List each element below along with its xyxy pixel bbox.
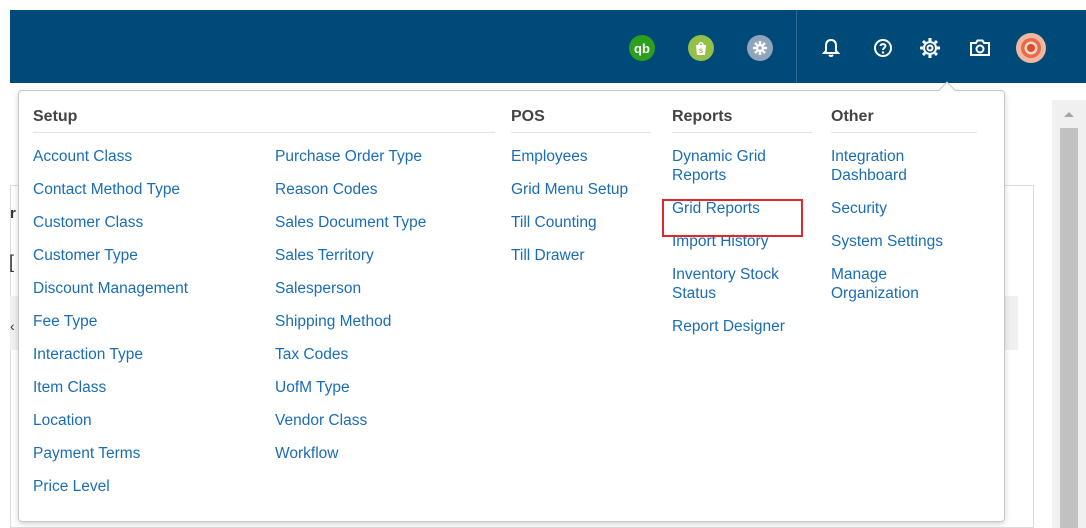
section-divider <box>33 132 495 133</box>
menu-item-payment-terms[interactable]: Payment Terms <box>33 444 188 463</box>
background-text: ‹ <box>10 318 15 334</box>
menu-item-shipping-method[interactable]: Shipping Method <box>275 312 426 331</box>
reports-column: Dynamic Grid Reports Grid Reports Import… <box>672 147 812 350</box>
section-divider <box>511 132 651 133</box>
setup-column-2: Purchase Order Type Reason Codes Sales D… <box>275 147 426 477</box>
menu-item-salesperson[interactable]: Salesperson <box>275 279 426 298</box>
menu-item-uofm-type[interactable]: UofM Type <box>275 378 426 397</box>
highlight-box <box>662 199 803 237</box>
menu-item-inventory-stock-status[interactable]: Inventory Stock Status <box>672 265 808 303</box>
pos-column: Employees Grid Menu Setup Till Counting … <box>511 147 628 279</box>
camera-icon[interactable] <box>967 35 993 61</box>
top-strip <box>0 0 1086 10</box>
menu-item-fee-type[interactable]: Fee Type <box>33 312 188 331</box>
section-title-setup: Setup <box>33 108 78 125</box>
menu-item-price-level[interactable]: Price Level <box>33 477 188 496</box>
menu-item-grid-menu-setup[interactable]: Grid Menu Setup <box>511 180 628 199</box>
avatar[interactable] <box>1016 33 1046 63</box>
menu-item-workflow[interactable]: Workflow <box>275 444 426 463</box>
menu-item-item-class[interactable]: Item Class <box>33 378 188 397</box>
menu-item-reason-codes[interactable]: Reason Codes <box>275 180 426 199</box>
menu-item-customer-class[interactable]: Customer Class <box>33 213 188 232</box>
menu-item-integration-dashboard[interactable]: Integration Dashboard <box>831 147 941 185</box>
menu-item-report-designer[interactable]: Report Designer <box>672 317 812 336</box>
menu-item-customer-type[interactable]: Customer Type <box>33 246 188 265</box>
section-title-other: Other <box>831 108 874 125</box>
menu-item-dynamic-grid-reports[interactable]: Dynamic Grid Reports <box>672 147 812 185</box>
shopify-icon[interactable]: s <box>688 35 714 61</box>
scrollbar-thumb[interactable] <box>1060 128 1078 528</box>
settings-dropdown-menu: Setup POS Reports Other Account Class Co… <box>18 81 1005 522</box>
menu-item-sales-document-type[interactable]: Sales Document Type <box>275 213 426 232</box>
settings-circle-icon[interactable] <box>747 35 773 61</box>
menu-item-tax-codes[interactable]: Tax Codes <box>275 345 426 364</box>
scroll-up-arrow-icon[interactable] <box>1064 112 1074 117</box>
bell-icon[interactable] <box>818 35 844 61</box>
menu-item-contact-method-type[interactable]: Contact Method Type <box>33 180 188 199</box>
setup-column-1: Account Class Contact Method Type Custom… <box>33 147 188 510</box>
header-divider <box>796 10 797 83</box>
top-navbar: qb s <box>10 10 1086 83</box>
menu-item-employees[interactable]: Employees <box>511 147 628 166</box>
menu-item-location[interactable]: Location <box>33 411 188 430</box>
section-title-pos: POS <box>511 108 545 125</box>
vertical-scrollbar[interactable] <box>1052 100 1086 528</box>
menu-item-manage-organization[interactable]: Manage Organization <box>831 265 951 303</box>
menu-item-till-counting[interactable]: Till Counting <box>511 213 628 232</box>
menu-item-purchase-order-type[interactable]: Purchase Order Type <box>275 147 426 166</box>
section-divider <box>831 132 977 133</box>
section-title-reports: Reports <box>672 108 733 125</box>
dropdown-caret <box>938 81 956 99</box>
svg-text:s: s <box>699 46 704 55</box>
section-divider <box>672 132 812 133</box>
menu-item-discount-management[interactable]: Discount Management <box>33 279 188 298</box>
other-column: Integration Dashboard Security System Se… <box>831 147 977 317</box>
menu-item-vendor-class[interactable]: Vendor Class <box>275 411 426 430</box>
menu-item-interaction-type[interactable]: Interaction Type <box>33 345 188 364</box>
menu-item-security[interactable]: Security <box>831 199 977 218</box>
quickbooks-icon[interactable]: qb <box>629 35 655 61</box>
help-icon[interactable] <box>870 35 896 61</box>
menu-item-sales-territory[interactable]: Sales Territory <box>275 246 426 265</box>
menu-item-system-settings[interactable]: System Settings <box>831 232 977 251</box>
menu-item-account-class[interactable]: Account Class <box>33 147 188 166</box>
background-text: [ <box>9 252 15 272</box>
menu-item-till-drawer[interactable]: Till Drawer <box>511 246 628 265</box>
gear-icon[interactable] <box>917 35 943 61</box>
background-text: r <box>10 205 16 222</box>
